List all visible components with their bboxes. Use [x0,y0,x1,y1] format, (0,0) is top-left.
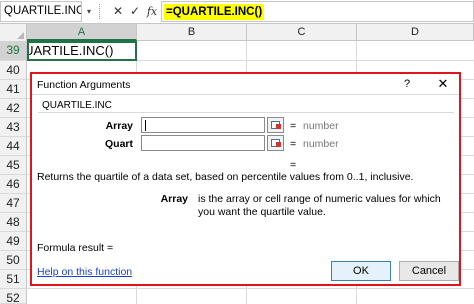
help-on-function-link[interactable]: Help on this function [37,266,132,278]
column-header-row: A B C D [0,24,474,41]
function-arguments-dialog: Function Arguments ? ✕ QUARTILE.INC Arra… [30,72,461,286]
ok-button[interactable]: OK [331,261,391,281]
cancel-button[interactable]: Cancel [399,261,459,281]
quart-arg-label: Quart [104,138,133,150]
row-header-46[interactable]: 46 [0,175,27,194]
formula-input[interactable]: =QUARTILE.INC() [161,1,474,22]
row-header-44[interactable]: 44 [0,137,27,156]
column-header-a[interactable]: A [27,24,137,41]
text-caret [145,119,146,131]
formula-result: Formula result = [37,242,114,254]
row-header-51[interactable]: 51 [0,270,27,289]
title-divider [32,94,459,95]
quart-arg-input[interactable] [141,135,265,151]
row-header-43[interactable]: 43 [0,118,27,137]
array-arg-input[interactable] [141,117,265,133]
grid-line [27,288,474,289]
name-box-dropdown-icon[interactable]: ▾ [83,1,95,22]
function-description: Returns the quartile of a data set, base… [37,171,414,183]
row-header-45[interactable]: 45 [0,156,27,175]
active-cell-text: QUARTILE.INC() [29,43,114,58]
range-arrow-icon [276,124,281,129]
active-cell-a39[interactable]: QUARTILE.INC() [27,41,137,61]
array-arg-result: number [303,120,339,132]
array-collapse-dialog-button[interactable] [267,117,284,133]
arg-help-text: is the array or cell range of numeric va… [198,193,441,218]
formula-text: =QUARTILE.INC() [164,4,265,20]
row-header-50[interactable]: 50 [0,251,27,270]
row-header-42[interactable]: 42 [0,99,27,118]
row-header-41[interactable]: 41 [0,80,27,99]
formula-bar-separator [99,4,102,19]
row-header-48[interactable]: 48 [0,213,27,232]
close-icon[interactable]: ✕ [436,77,450,91]
function-name-label: QUARTILE.INC [42,100,112,111]
group-divider [38,112,454,113]
row-header-39[interactable]: 39 [0,41,27,61]
column-header-c[interactable]: C [247,24,357,41]
column-header-d[interactable]: D [357,24,474,41]
cancel-entry-icon[interactable]: ✕ [110,2,126,21]
row-header-52[interactable]: 52 [0,289,27,304]
dialog-title: Function Arguments [37,79,131,91]
name-box[interactable]: QUARTILE.INC [0,1,82,22]
quart-arg-equals: = [290,138,297,150]
array-arg-label: Array [105,120,133,132]
array-arg-equals: = [290,120,297,132]
help-icon[interactable]: ? [401,77,413,91]
row-header-49[interactable]: 49 [0,232,27,251]
select-all-icon [17,32,24,39]
row-header-40[interactable]: 40 [0,61,27,80]
row-header-47[interactable]: 47 [0,194,27,213]
insert-function-icon[interactable]: fx [144,2,160,21]
enter-entry-icon[interactable]: ✓ [127,2,143,21]
function-result-equals: = [290,159,297,171]
range-arrow-icon [276,142,281,147]
column-header-b[interactable]: B [137,24,247,41]
select-all-corner[interactable] [0,24,27,41]
formula-bar: QUARTILE.INC ▾ ✕ ✓ fx =QUARTILE.INC() [0,0,474,24]
quart-arg-result: number [303,138,339,150]
arg-help-name: Array [160,193,188,205]
quart-collapse-dialog-button[interactable] [267,135,284,151]
